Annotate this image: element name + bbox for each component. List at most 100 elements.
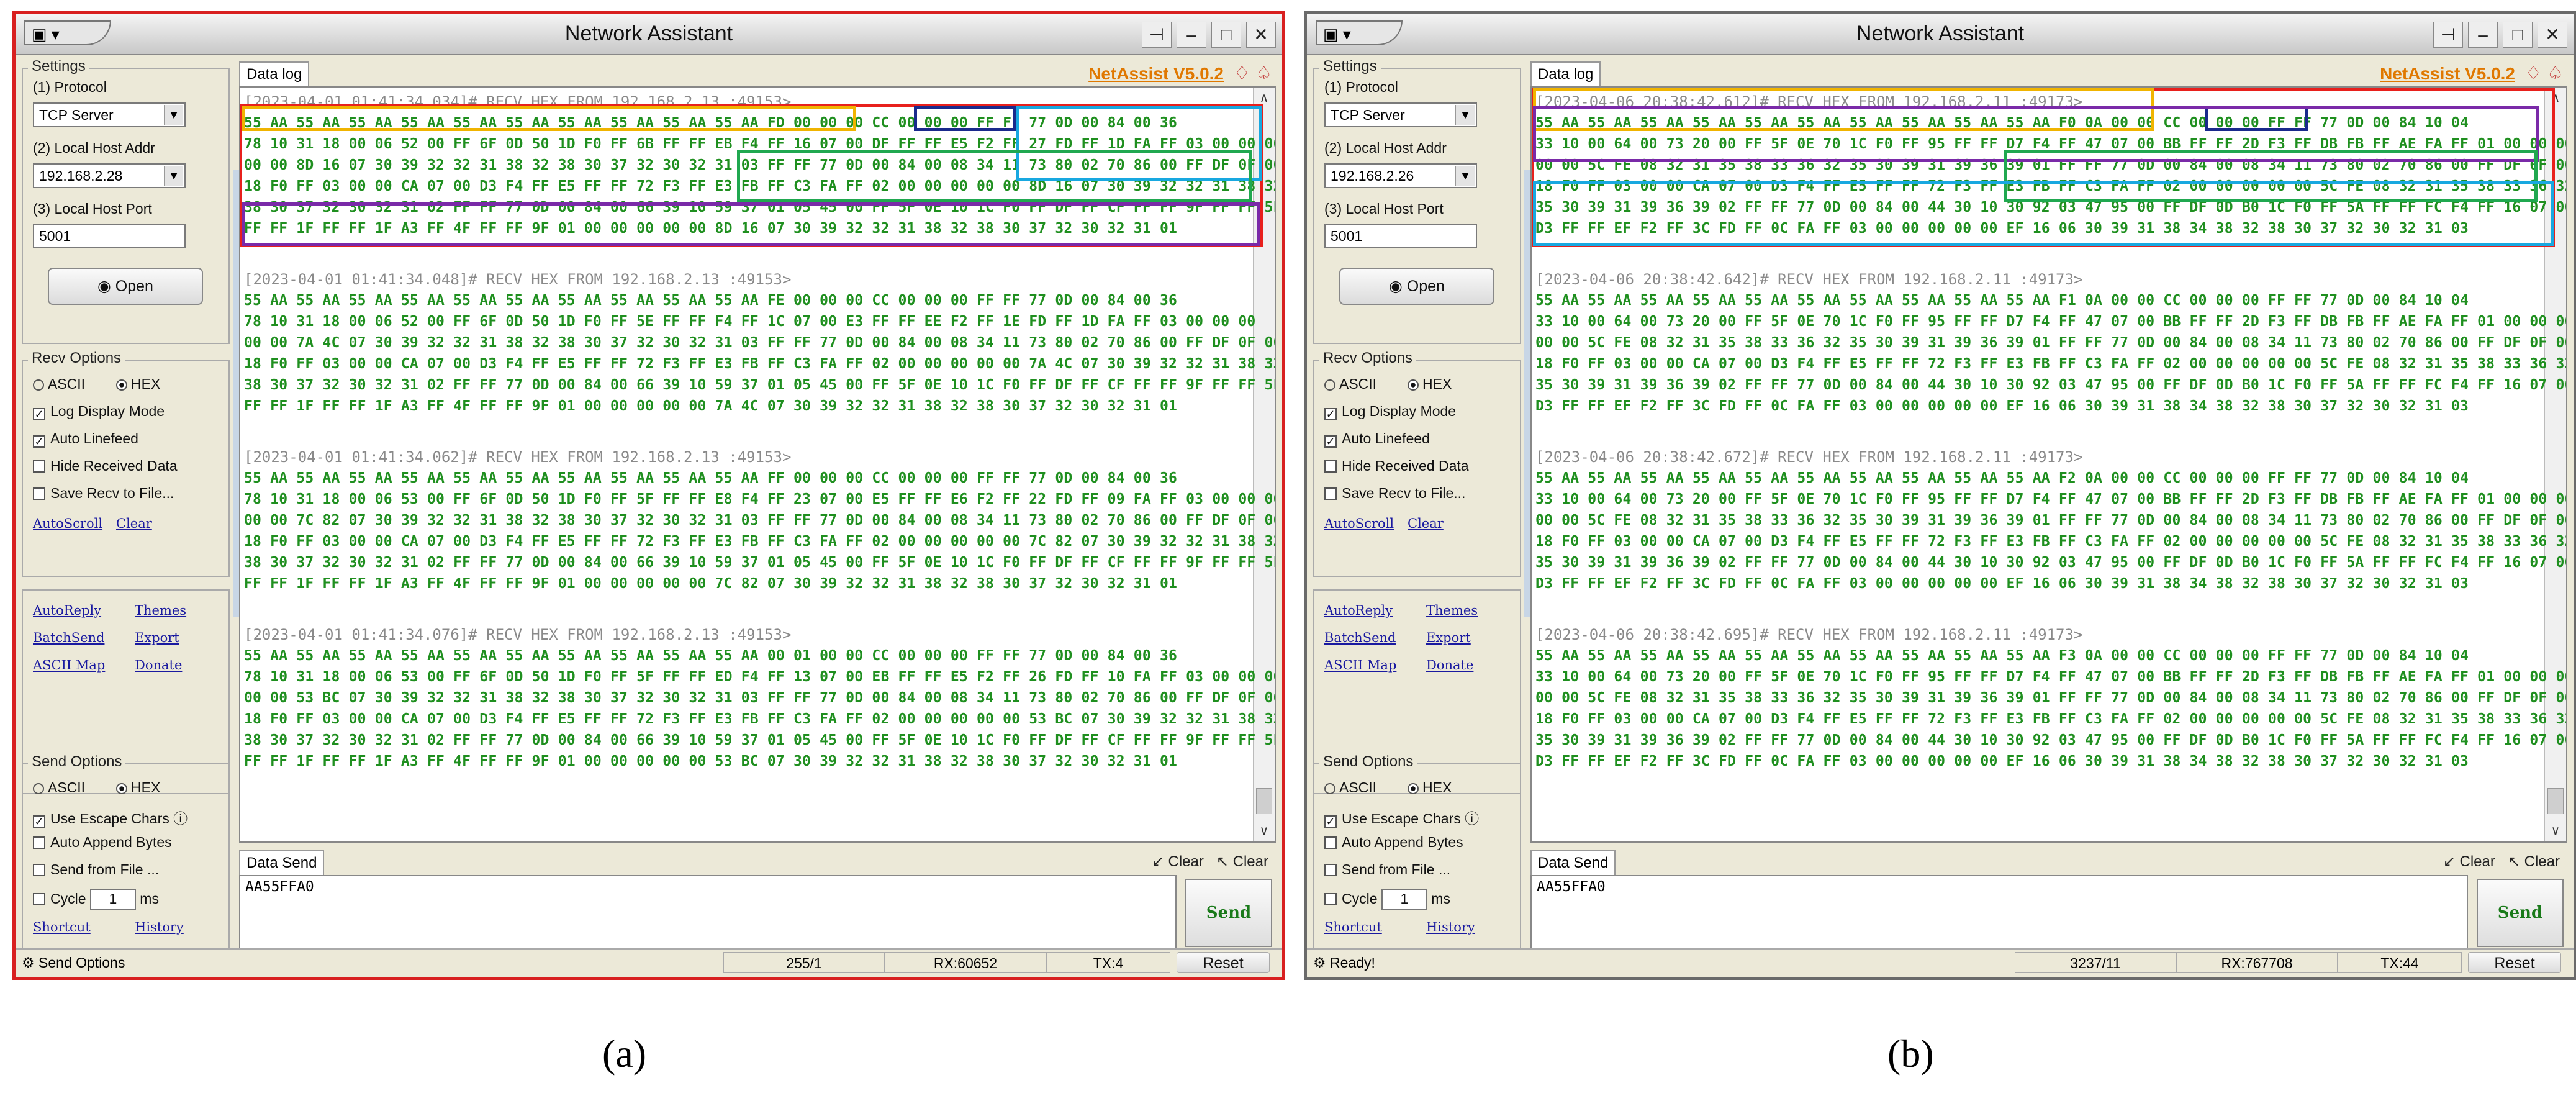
- recv-ascii-radio[interactable]: ASCII: [33, 376, 85, 392]
- data-log-view[interactable]: ∧ ∨ [2023-04-01 01:41:34.034]# RECV HEX F…: [239, 86, 1276, 843]
- append-checkbox[interactable]: Auto Append Bytes: [1324, 834, 1463, 851]
- asciimap-link[interactable]: ASCII Map: [1324, 658, 1396, 673]
- pin-icon[interactable]: ⊣: [1142, 22, 1172, 48]
- log-display-checkbox[interactable]: ✓ Log Display Mode: [1324, 403, 1456, 420]
- save-recv-checkbox[interactable]: Save Recv to File...: [1324, 485, 1465, 502]
- autoreply-link[interactable]: AutoReply: [1324, 603, 1393, 618]
- from-file-checkbox[interactable]: Send from File ...: [1324, 861, 1450, 878]
- save-recv-checkbox[interactable]: Save Recv to File...: [33, 485, 174, 502]
- left-panel: Settings (1) Protocol TCP Server ▼ (2) Lo…: [1313, 58, 1521, 968]
- send-input[interactable]: AA55FFA0: [239, 875, 1177, 950]
- cycle-checkbox[interactable]: Cycle 1 ms: [1324, 889, 1450, 910]
- brand-link[interactable]: NetAssist V5.0.2: [2380, 64, 2515, 84]
- send-ascii-radio[interactable]: ASCII: [33, 779, 85, 796]
- auto-linefeed-checkbox[interactable]: ✓ Auto Linefeed: [1324, 430, 1430, 448]
- from-file-checkbox[interactable]: Send from File ...: [33, 861, 159, 878]
- close-button[interactable]: ✕: [2538, 22, 2567, 48]
- tab-data-send[interactable]: Data Send: [1530, 850, 1616, 875]
- recv-hex-radio[interactable]: HEX: [1408, 376, 1452, 392]
- escape-checkbox[interactable]: ✓ Use Escape Chars ⓘ: [1324, 807, 1479, 828]
- data-log-view[interactable]: ∧ ∨ [2023-04-06 20:38:42.612]# RECV HEX F…: [1530, 86, 2567, 843]
- hide-received-checkbox[interactable]: Hide Received Data: [1324, 458, 1469, 474]
- recv-ascii-radio[interactable]: ASCII: [1324, 376, 1376, 392]
- donate-link[interactable]: Donate: [135, 658, 182, 673]
- cycle-input[interactable]: 1: [89, 889, 136, 910]
- minimize-button[interactable]: –: [2468, 22, 2498, 48]
- check-icon: ✓: [1324, 408, 1337, 420]
- scroll-down-icon[interactable]: ∨: [1254, 820, 1275, 841]
- shortcut-link[interactable]: Shortcut: [33, 920, 91, 935]
- send-hex-radio[interactable]: HEX: [116, 779, 160, 796]
- host-select[interactable]: 192.168.2.28 ▼: [33, 163, 186, 188]
- batchsend-link[interactable]: BatchSend: [1324, 630, 1396, 645]
- export-link[interactable]: Export: [135, 630, 179, 645]
- send-button[interactable]: Send: [2477, 879, 2564, 947]
- host-select[interactable]: 192.168.2.26 ▼: [1324, 163, 1477, 188]
- open-button[interactable]: ◉ Open: [1339, 268, 1494, 305]
- cycle-input[interactable]: 1: [1381, 889, 1427, 910]
- history-link[interactable]: History: [1426, 920, 1475, 935]
- log-entry-header: [2023-04-06 20:38:42.695]# RECV HEX FROM…: [1535, 626, 2083, 643]
- tab-data-log[interactable]: Data log: [1530, 61, 1601, 86]
- asciimap-link[interactable]: ASCII Map: [33, 658, 105, 673]
- maximize-button[interactable]: □: [1211, 22, 1241, 48]
- send-input[interactable]: AA55FFA0: [1530, 875, 2468, 950]
- export-link[interactable]: Export: [1426, 630, 1471, 645]
- maximize-button[interactable]: □: [2503, 22, 2533, 48]
- close-button[interactable]: ✕: [1246, 22, 1276, 48]
- tab-data-log[interactable]: Data log: [239, 61, 310, 86]
- clear-button-1[interactable]: Clear: [2459, 853, 2495, 870]
- donate-link[interactable]: Donate: [1426, 658, 1473, 673]
- autoscroll-link[interactable]: AutoScroll: [33, 516, 102, 531]
- themes-link[interactable]: Themes: [135, 603, 186, 618]
- tab-data-send[interactable]: Data Send: [239, 850, 325, 875]
- recv-clear-link[interactable]: Clear: [1408, 516, 1444, 531]
- history-link[interactable]: History: [135, 920, 184, 935]
- clear-button-2[interactable]: Clear: [1233, 853, 1268, 870]
- reset-button[interactable]: Reset: [1177, 952, 1270, 973]
- protocol-select[interactable]: TCP Server ▼: [1324, 102, 1477, 127]
- status-icon: ⚙: [22, 954, 35, 971]
- reset-button[interactable]: Reset: [2468, 952, 2561, 973]
- scroll-thumb[interactable]: [1256, 788, 1272, 814]
- checkbox-icon: [33, 487, 45, 500]
- clear-button-1[interactable]: Clear: [1168, 853, 1203, 870]
- themes-link[interactable]: Themes: [1426, 603, 1478, 618]
- info-icon: ⓘ: [1465, 810, 1480, 827]
- send-hex-radio[interactable]: HEX: [1408, 779, 1452, 796]
- append-checkbox[interactable]: Auto Append Bytes: [33, 834, 172, 851]
- batchsend-link[interactable]: BatchSend: [33, 630, 104, 645]
- autoscroll-link[interactable]: AutoScroll: [1324, 516, 1394, 531]
- save-recv-label: Save Recv to File...: [50, 485, 174, 501]
- clear-button-2[interactable]: Clear: [2524, 853, 2560, 870]
- send-button[interactable]: Send: [1185, 879, 1272, 947]
- host-label: (2) Local Host Addr: [1324, 140, 1447, 156]
- recv-hex-label: HEX: [1422, 376, 1452, 392]
- hex-line: 38 30 37 32 30 32 31 02 FF FF 77 0D 00 8…: [244, 377, 1276, 393]
- cycle-checkbox[interactable]: Cycle 1 ms: [33, 889, 159, 910]
- settings-icons[interactable]: ♢ ♤: [1234, 63, 1272, 84]
- auto-linefeed-checkbox[interactable]: ✓ Auto Linefeed: [33, 430, 138, 448]
- autoreply-link[interactable]: AutoReply: [33, 603, 101, 618]
- settings-icons[interactable]: ♢ ♤: [2525, 63, 2564, 84]
- shortcut-link[interactable]: Shortcut: [1324, 920, 1382, 935]
- scroll-thumb[interactable]: [2547, 788, 2564, 814]
- recv-hex-radio[interactable]: HEX: [116, 376, 160, 392]
- scroll-down-icon[interactable]: ∨: [2545, 820, 2566, 841]
- recv-clear-link[interactable]: Clear: [116, 516, 152, 531]
- port-input[interactable]: 5001: [33, 224, 186, 248]
- escape-checkbox[interactable]: ✓ Use Escape Chars ⓘ: [33, 807, 188, 828]
- radio-icon: [1324, 379, 1335, 391]
- protocol-value: TCP Server: [39, 107, 114, 123]
- hide-received-checkbox[interactable]: Hide Received Data: [33, 458, 178, 474]
- minimize-button[interactable]: –: [1177, 22, 1206, 48]
- send-ascii-radio[interactable]: ASCII: [1324, 779, 1376, 796]
- pin-icon[interactable]: ⊣: [2433, 22, 2463, 48]
- brand-link[interactable]: NetAssist V5.0.2: [1088, 64, 1224, 84]
- protocol-select[interactable]: TCP Server ▼: [33, 102, 186, 127]
- log-display-checkbox[interactable]: ✓ Log Display Mode: [33, 403, 165, 420]
- highlight-segment-1: [1533, 181, 2554, 246]
- port-input[interactable]: 5001: [1324, 224, 1477, 248]
- recv-options-group: Recv Options ASCII HEX ✓ Log Display Mode…: [22, 350, 230, 577]
- open-button[interactable]: ◉ Open: [48, 268, 203, 305]
